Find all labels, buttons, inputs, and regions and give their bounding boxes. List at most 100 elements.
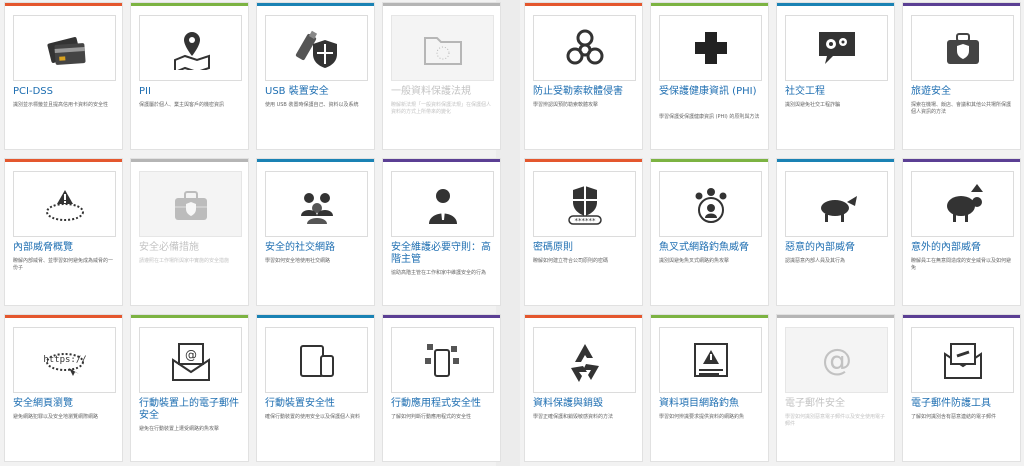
course-description: 學習正確保護和銷毀敏感資料的方法 — [533, 414, 614, 420]
course-card[interactable]: 電子郵件防護工具 了解如何識別含有惡意連結的電子郵件 — [903, 315, 1020, 461]
course-description: 了解如何判斷行動應用程式的安全性 — [391, 414, 472, 420]
svg-text:@: @ — [185, 348, 197, 362]
course-description: 學習辨認與預防勒索軟體攻擊 — [533, 102, 599, 108]
course-card[interactable]: 一般資料保護法規 瞭解新法規「一般資料保護法規」在保護個人資料的方式上所帶來的變化 — [383, 3, 500, 149]
course-card[interactable]: 防止受勒索軟體侵害學習辨認與預防勒索軟體攻擊 — [525, 3, 642, 149]
password-shield-icon: ****** — [567, 186, 602, 225]
usb-shield-icon — [295, 30, 337, 68]
course-description: 請遵照在工作場所與家中實施的安全措施 — [139, 258, 230, 264]
gears-chat-icon — [818, 32, 855, 64]
course-card[interactable]: 資料項目網路釣魚 學習如何辨識要求提供資料的網路釣魚 — [651, 315, 768, 461]
course-thumbnail: @ — [139, 327, 242, 393]
course-thumbnail — [911, 327, 1014, 393]
biohazard-icon — [566, 29, 603, 65]
suitcase-icon — [946, 33, 979, 64]
folder-eu-icon — [423, 37, 462, 65]
svg-text:@: @ — [822, 343, 852, 378]
medical-cross-icon — [694, 32, 727, 64]
executive-icon — [428, 189, 457, 224]
course-title: 密碼原則 — [533, 242, 573, 253]
course-description: 避免網路犯罪以及安全地瀏覽網際網路 — [13, 414, 99, 420]
course-title: PCI-DSS — [13, 86, 53, 97]
course-description: 學習保護受保護健康資訊 (PHI) 的原則與方法 — [659, 114, 760, 120]
course-description: 瞭解員工在無意間造成的安全威脅以及如何避免 — [911, 258, 1012, 271]
course-card[interactable]: 內部威脅概覽瞭解內部威脅、並學習如何避免成為威脅的一份子 — [5, 159, 122, 305]
at-sign-icon: @ — [822, 343, 852, 378]
map-pin-icon — [173, 32, 210, 70]
course-thumbnail — [659, 15, 762, 81]
course-title: 安全維護必要守則：高階主管 — [391, 242, 491, 265]
insider-threat-icon — [45, 190, 84, 221]
course-title: 防止受勒索軟體侵害 — [533, 86, 623, 97]
course-thumbnail — [659, 171, 762, 237]
course-title: 電子郵件防護工具 — [911, 398, 991, 409]
course-description: 探索在機場、飯店、會議和其他公共場所保護個人資訊的方法 — [911, 102, 1012, 115]
course-card[interactable]: 惡意的內部威脅 認識惡意內部人員及其行為 — [777, 159, 894, 305]
course-description: 瞭解如何建立符合公司原則的密碼 — [533, 258, 609, 264]
course-card[interactable]: 行動裝置安全性 確保行動裝置的使用安全以及保護個人資料 — [257, 315, 374, 461]
course-thumbnail: ****** — [533, 171, 636, 237]
course-thumbnail: @ — [785, 327, 888, 393]
course-title: 電子郵件安全 — [785, 398, 845, 409]
course-card[interactable]: 安全必備措施請遵照在工作場所與家中實施的安全措施 — [131, 159, 248, 305]
course-card[interactable]: USB 裝置安全 使用 USB 裝置時保護自己、資料以及系統 — [257, 3, 374, 149]
course-thumbnail — [139, 15, 242, 81]
course-description: 協助高階主管在工作和家中維護安全的行為 — [391, 270, 487, 276]
email-link-icon — [943, 343, 982, 379]
course-card[interactable]: 安全維護必要守則：高階主管協助高階主管在工作和家中維護安全的行為 — [383, 159, 500, 305]
course-card[interactable]: 資料保護與銷毀 學習正確保護和銷毀敏感資料的方法 — [525, 315, 642, 461]
course-title: 魚叉式網路釣魚威脅 — [659, 242, 749, 253]
browser-https-icon: https:// — [43, 353, 86, 376]
course-description: 確保行動裝置的使用安全以及保護個人資料 — [265, 414, 361, 420]
course-card[interactable]: @ 行動裝置上的電子郵件安全 避免在行動裝置上遭受網路釣魚攻擊 — [131, 315, 248, 461]
course-thumbnail — [533, 327, 636, 393]
credit-card-icon — [46, 37, 86, 65]
course-description: 認識惡意內部人員及其行為 — [785, 258, 846, 264]
course-title: 安全的社交網路 — [265, 242, 335, 253]
course-card[interactable]: https:// 安全網頁瀏覽 避免網路犯罪以及安全地瀏覽網際網路 — [5, 315, 122, 461]
course-card[interactable]: 安全的社交網路 學習如何安全地使用社交網路 — [257, 159, 374, 305]
course-card[interactable]: 受保護健康資訊 (PHI) 學習保護受保護健康資訊 (PHI) 的原則與方法 — [651, 3, 768, 149]
course-title: PII — [139, 86, 151, 97]
course-thumbnail — [785, 171, 888, 237]
course-title: 意外的內部威脅 — [911, 242, 981, 253]
wolf-sheep-icon — [820, 196, 857, 222]
course-card[interactable]: 行動應用程式安全性 了解如何判斷行動應用程式的安全性 — [383, 315, 500, 461]
tablet-phone-icon — [299, 345, 334, 377]
course-card[interactable]: PII 保護屬於個人、業主與客戶的機密資訊 — [131, 3, 248, 149]
course-card[interactable]: ****** 密碼原則瞭解如何建立符合公司原則的密碼 — [525, 159, 642, 305]
course-description: 避免在行動裝置上遭受網路釣魚攻擊 — [139, 426, 220, 432]
course-description: 保護屬於個人、業主與客戶的機密資訊 — [139, 102, 225, 108]
course-card[interactable]: 魚叉式網路釣魚威脅 識別與避免魚叉式網路釣魚攻擊 — [651, 159, 768, 305]
course-description: 學習如何識別惡意電子郵件以及安全使用電子郵件 — [785, 414, 886, 427]
course-thumbnail — [391, 327, 494, 393]
course-thumbnail — [785, 15, 888, 81]
course-description: 學習如何辨識要求提供資料的網路釣魚 — [659, 414, 745, 420]
course-grid-right: 防止受勒索軟體侵害 學習辨認與預防勒索軟體攻擊 受保護健康資訊 (PHI) 學習保護受… — [520, 0, 1024, 466]
course-thumbnail — [265, 15, 368, 81]
course-thumbnail — [139, 171, 242, 237]
recycle-icon — [570, 344, 599, 382]
course-thumbnail — [391, 171, 494, 237]
course-thumbnail — [13, 15, 116, 81]
course-card[interactable]: 意外的內部威脅瞭解員工在無意間造成的安全威脅以及如何避免 — [903, 159, 1020, 305]
course-description: 瞭解內部威脅、並學習如何避免成為威脅的一份子 — [13, 258, 114, 271]
social-network-icon — [300, 193, 333, 224]
course-thumbnail — [911, 171, 1014, 237]
course-thumbnail: https:// — [13, 327, 116, 393]
course-card[interactable]: 旅遊安全 探索在機場、飯店、會議和其他公共場所保護個人資訊的方法 — [903, 3, 1020, 149]
course-description: 識別與避免社交工程詐騙 — [785, 102, 841, 108]
course-card[interactable]: 社交工程 識別與避免社交工程詐騙 — [777, 3, 894, 149]
course-card[interactable]: @ 電子郵件安全學習如何識別惡意電子郵件以及安全使用電子郵件 — [777, 315, 894, 461]
svg-text:https://: https:// — [43, 355, 86, 365]
course-title: 內部威脅概覽 — [13, 242, 73, 253]
course-thumbnail — [13, 171, 116, 237]
course-title: 安全必備措施 — [139, 242, 199, 253]
course-thumbnail — [533, 15, 636, 81]
course-description: 使用 USB 裝置時保護自己、資料以及系統 — [265, 102, 359, 108]
course-thumbnail — [659, 327, 762, 393]
spear-phishing-icon — [695, 188, 726, 223]
course-grid-left: PCI-DSS 識別並示標籤並且提高信用卡資料的安全性 PII 保護屬於個人、業主與客… — [0, 0, 500, 466]
svg-text:******: ****** — [574, 217, 596, 225]
course-card[interactable]: PCI-DSS 識別並示標籤並且提高信用卡資料的安全性 — [5, 3, 122, 149]
